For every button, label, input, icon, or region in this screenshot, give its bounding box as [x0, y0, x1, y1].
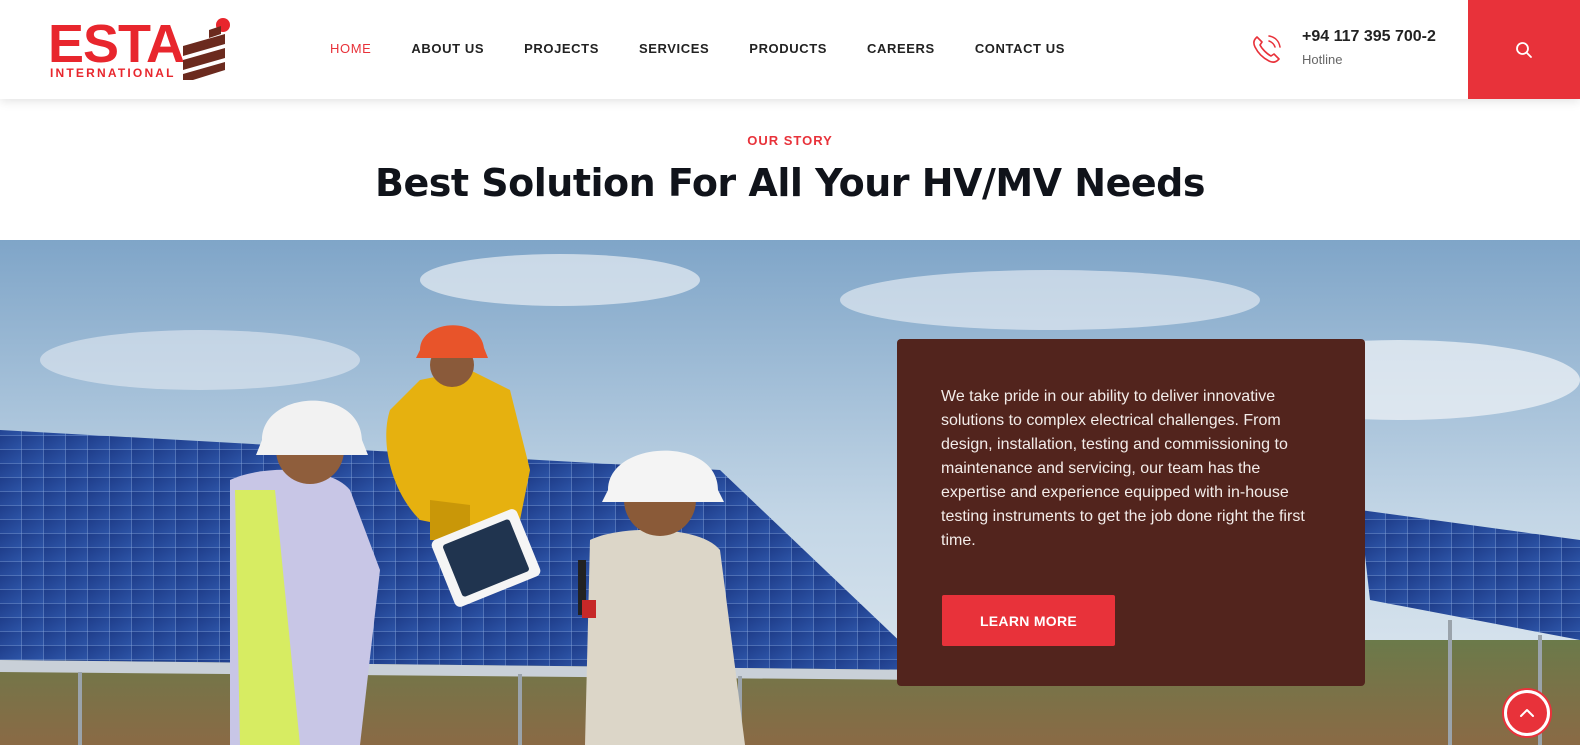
- site-header: ESTA INTERNATIONAL HOME ABOUT US PROJECT…: [0, 0, 1580, 99]
- section-title: Best Solution For All Your HV/MV Needs: [375, 161, 1205, 205]
- logo[interactable]: ESTA INTERNATIONAL: [48, 14, 238, 84]
- nav-projects[interactable]: PROJECTS: [524, 41, 599, 56]
- nav-products[interactable]: PRODUCTS: [749, 41, 827, 56]
- search-button[interactable]: [1468, 0, 1580, 99]
- logo-subtext: INTERNATIONAL: [50, 66, 176, 80]
- search-icon: [1516, 41, 1532, 58]
- nav-careers[interactable]: CAREERS: [867, 41, 935, 56]
- story-card: We take pride in our ability to deliver …: [897, 339, 1365, 686]
- section-eyebrow: OUR STORY: [747, 133, 833, 148]
- nav-services[interactable]: SERVICES: [639, 41, 709, 56]
- nav-home[interactable]: HOME: [330, 41, 371, 56]
- main-nav: HOME ABOUT US PROJECTS SERVICES PRODUCTS…: [330, 41, 1105, 56]
- hero-banner: We take pride in our ability to deliver …: [0, 240, 1580, 745]
- arrow-up-icon: [1520, 709, 1534, 717]
- logo-mark-icon: [183, 18, 230, 80]
- hotline-number[interactable]: +94 117 395 700-2: [1302, 28, 1436, 46]
- nav-about-us[interactable]: ABOUT US: [411, 41, 484, 56]
- nav-contact-us[interactable]: CONTACT US: [975, 41, 1065, 56]
- hotline[interactable]: +94 117 395 700-2 Hotline: [1250, 28, 1460, 72]
- learn-more-button[interactable]: LEARN MORE: [942, 595, 1115, 646]
- logo-text: ESTA: [48, 14, 185, 74]
- hotline-label: Hotline: [1302, 52, 1343, 67]
- story-heading-section: OUR STORY Best Solution For All Your HV/…: [0, 99, 1580, 240]
- story-text: We take pride in our ability to deliver …: [941, 388, 1305, 549]
- phone-icon: [1253, 35, 1281, 63]
- scroll-to-top-button[interactable]: [1504, 690, 1550, 736]
